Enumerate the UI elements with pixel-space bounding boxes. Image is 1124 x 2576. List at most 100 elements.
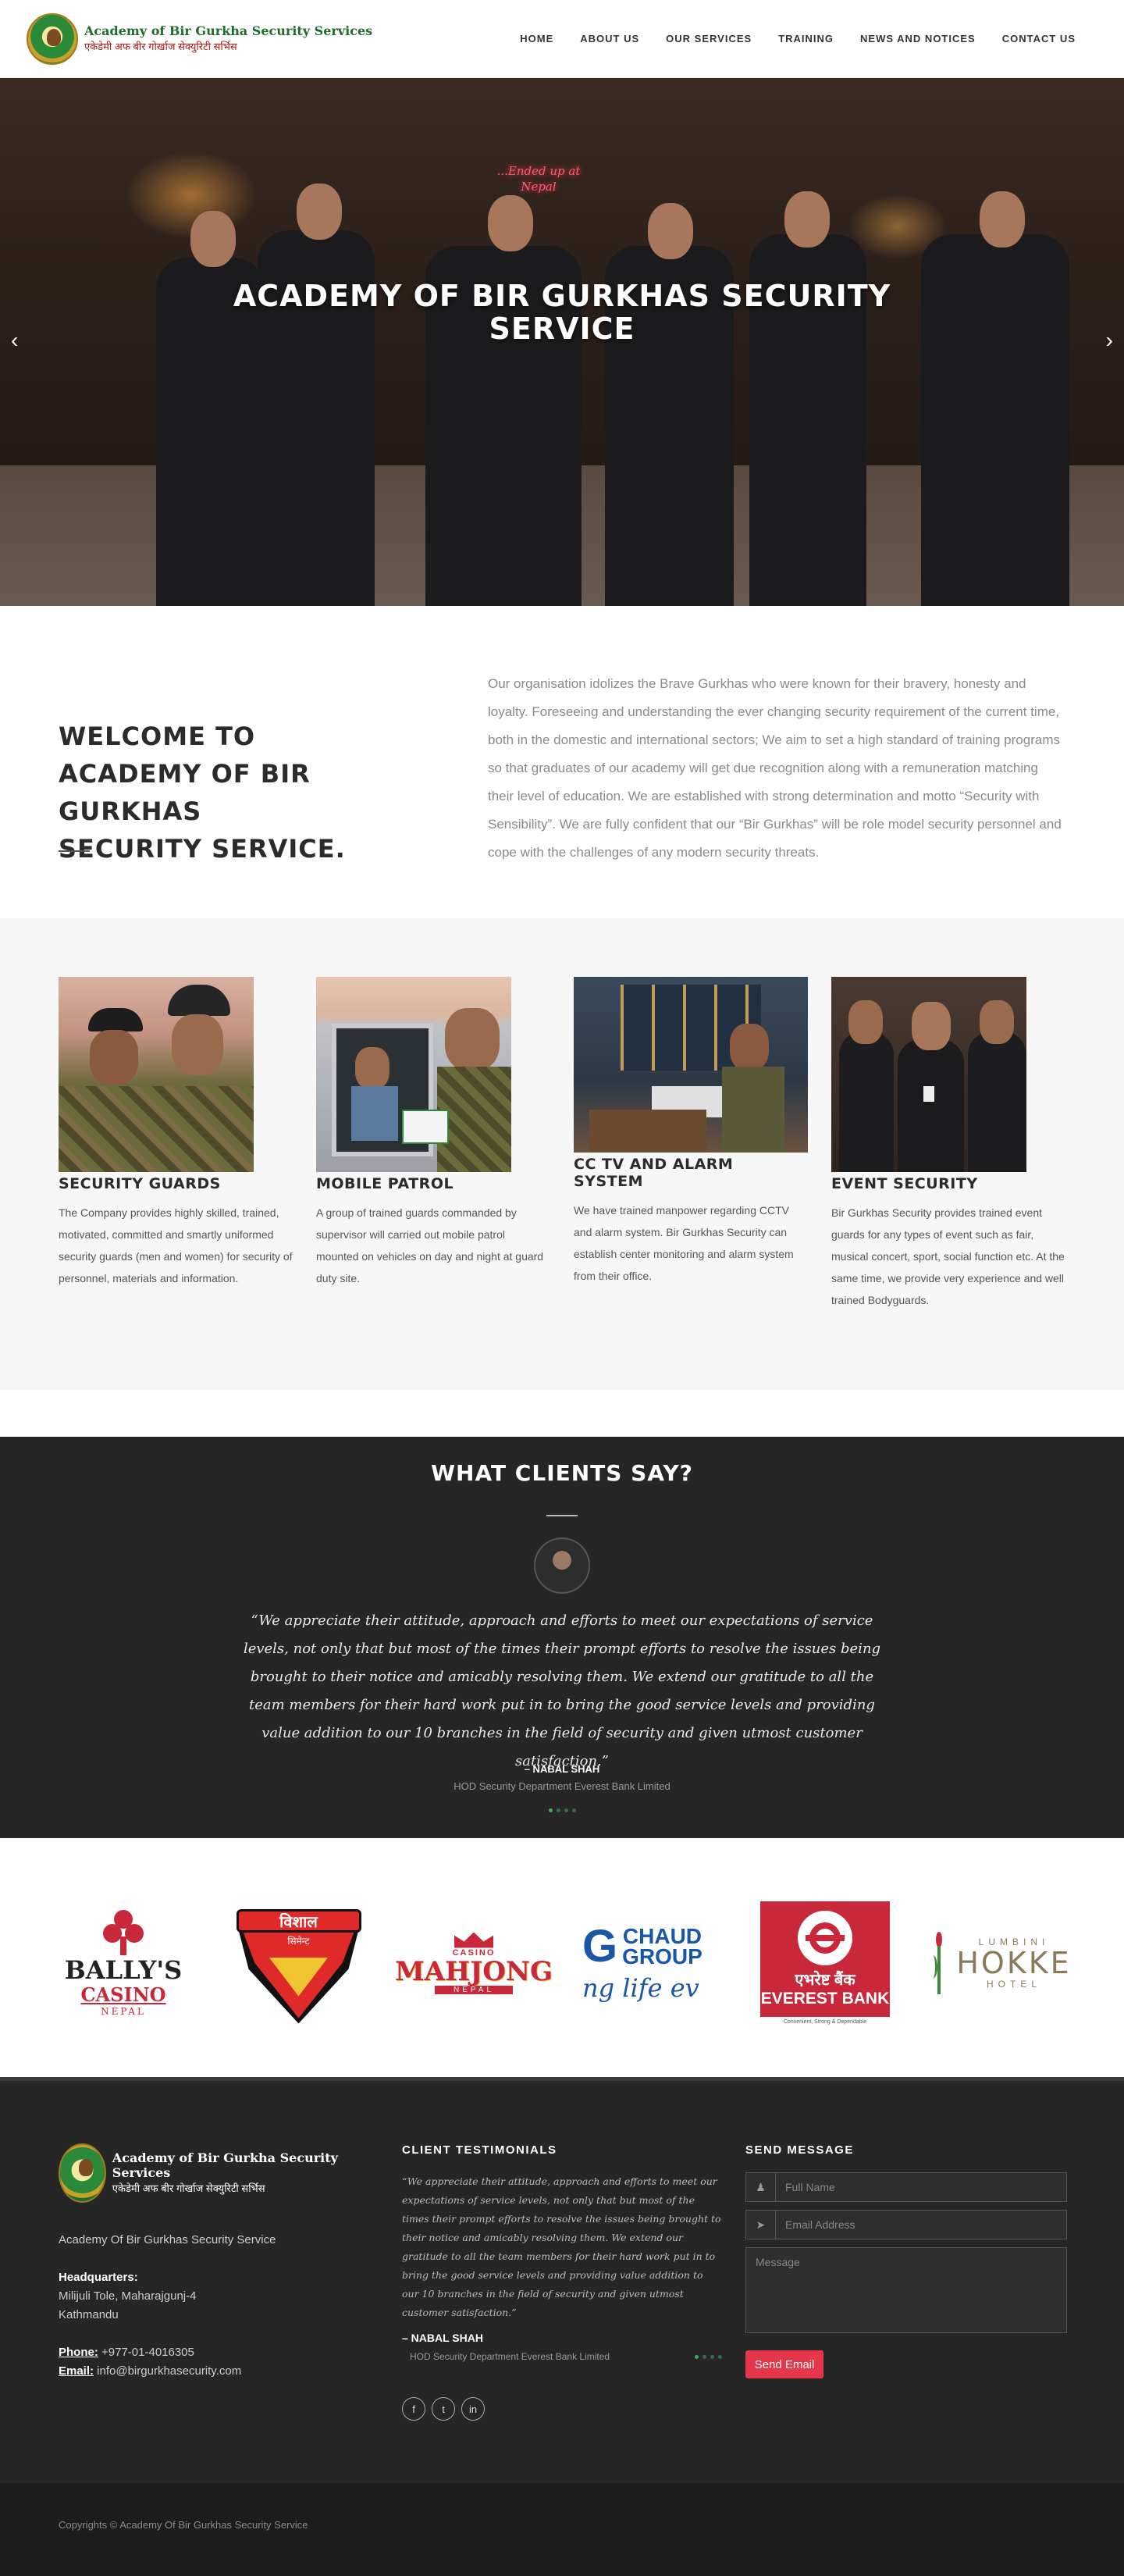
testimonial-role: HOD Security Department Everest Bank Lim… <box>454 1780 670 1792</box>
client-logo-everest-bank[interactable]: एभरेष्ट बैंक EVEREST BANK Convenient, St… <box>760 1901 890 2026</box>
welcome-divider <box>59 850 90 852</box>
email-field[interactable]: ➤ Email Address <box>745 2210 1067 2239</box>
chevron-right-icon[interactable]: › <box>1106 328 1113 353</box>
welcome-title-line3: SECURITY SERVICE. <box>59 834 346 864</box>
service-text: We have trained manpower regarding CCTV … <box>574 1204 794 1282</box>
nav-news-and-notices[interactable]: NEWS AND NOTICES <box>860 33 976 45</box>
linkedin-icon[interactable]: in <box>461 2397 485 2421</box>
send-email-button[interactable]: Send Email <box>745 2350 823 2378</box>
hq-line2: Kathmandu <box>59 2308 119 2321</box>
client-logo-lumbini-hokke[interactable]: LUMBINI HOKKE HOTEL <box>934 1901 1069 2026</box>
service-text: A group of trained guards commanded by s… <box>316 1206 544 1284</box>
testimonials-heading: WHAT CLIENTS SAY? <box>431 1460 693 1486</box>
shield-icon: विशाल सिमेन्ट <box>236 1903 361 2024</box>
service-card-security-guards[interactable]: SECURITY GUARDS The Company provides hig… <box>59 977 293 1289</box>
footer-logo-title-en: Academy of Bir Gurkha Security Services <box>112 2150 338 2180</box>
client-logo-ballys[interactable]: BALLY'S CASINO NEPAL <box>61 1901 186 2026</box>
full-name-field[interactable]: ♟ Full Name <box>745 2172 1067 2202</box>
mahjong-country: NEPAL <box>434 1985 514 1994</box>
mobile-patrol-image <box>316 977 511 1172</box>
testimonial-pagination <box>0 1808 1124 1812</box>
ballys-name: BALLY'S <box>64 1954 183 1985</box>
footer-about: Academy of Bir Gurkha Security Services … <box>59 2143 340 2381</box>
service-card-mobile-patrol[interactable]: MOBILE PATROL A group of trained guards … <box>316 977 550 1289</box>
footer-testimonials: CLIENT TESTIMONIALS “We appreciate their… <box>402 2143 730 2421</box>
service-text: The Company provides highly skilled, tra… <box>59 1206 293 1284</box>
footer-address: Headquarters: Milijuli Tole, Maharajgunj… <box>59 2268 340 2325</box>
pagination-dot[interactable] <box>702 2354 706 2359</box>
welcome-title-line2: ACADEMY OF BIR GURKHAS <box>59 759 311 826</box>
footer-phone[interactable]: +977-01-4016305 <box>98 2346 194 2359</box>
site-logo[interactable]: Academy of Bir Gurkha Security Services … <box>27 12 372 65</box>
everest-tagline: Convenient, Strong & Dependable <box>783 2019 867 2025</box>
service-title: SECURITY GUARDS <box>59 1175 221 1192</box>
nav-contact-us[interactable]: CONTACT US <box>1002 33 1076 45</box>
footer-testimonial-quote: “We appreciate their attitude, approach … <box>402 2175 721 2318</box>
testimonial-quote: “We appreciate their attitude, approach … <box>243 1612 881 1769</box>
crown-icon <box>454 1932 493 1948</box>
hero-title-line2: SERVICE <box>489 312 635 346</box>
footer-testimonial-role: HOD Security Department Everest Bank Lim… <box>410 2351 610 2362</box>
footer-email[interactable]: info@birgurkhasecurity.com <box>94 2364 241 2378</box>
client-logo-casino-mahjong[interactable]: CASINO MAHJONG NEPAL <box>395 1901 553 2026</box>
pagination-dot[interactable] <box>556 1808 560 1812</box>
everest-name: EVEREST BANK <box>760 1989 890 2008</box>
ballys-country: NEPAL <box>101 2005 146 2017</box>
hokke-sub: HOTEL <box>986 1979 1041 1990</box>
pagination-dot[interactable] <box>695 2354 699 2359</box>
service-text: Bir Gurkhas Security provides trained ev… <box>831 1206 1065 1306</box>
paper-plane-icon: ➤ <box>746 2211 776 2239</box>
chevron-left-icon[interactable]: ‹ <box>11 328 18 353</box>
facebook-icon[interactable]: f <box>402 2397 425 2421</box>
footer-logo[interactable]: Academy of Bir Gurkha Security Services … <box>59 2143 340 2203</box>
twitter-icon[interactable]: t <box>432 2397 455 2421</box>
pagination-dot[interactable] <box>564 1808 568 1812</box>
hq-label: Headquarters: <box>59 2271 138 2284</box>
event-security-image <box>831 977 1026 1172</box>
lotus-icon <box>928 1932 950 1994</box>
welcome-title-line1: WELCOME TO <box>59 721 256 751</box>
logo-emblem-icon <box>59 2143 106 2203</box>
service-card-event-security[interactable]: EVENT SECURITY Bir Gurkhas Security prov… <box>831 977 1065 1311</box>
welcome-section: WELCOME TO ACADEMY OF BIR GURKHAS SECURI… <box>0 606 1124 918</box>
chaud-group: GROUP <box>622 1944 702 1969</box>
client-logo-chaudhary-group[interactable]: G CHAUD GROUP ng life ev <box>582 1901 715 2026</box>
client-logo-bishal-cement[interactable]: विशाल सिमेन्ट <box>234 1901 363 2026</box>
site-header: Academy of Bir Gurkha Security Services … <box>0 0 1124 78</box>
nav-our-services[interactable]: OUR SERVICES <box>666 33 752 45</box>
site-footer: Academy of Bir Gurkha Security Services … <box>0 2077 1124 2483</box>
message-placeholder: Message <box>756 2256 800 2268</box>
security-guards-image <box>59 977 254 1172</box>
pagination-dot[interactable] <box>548 1808 553 1812</box>
everest-emblem-icon <box>798 1910 852 1965</box>
logo-emblem-icon <box>27 12 78 65</box>
testimonials-divider <box>546 1515 578 1516</box>
full-name-placeholder: Full Name <box>785 2181 835 2193</box>
club-icon <box>100 1909 147 1957</box>
pagination-dot[interactable] <box>710 2354 714 2359</box>
email-placeholder: Email Address <box>785 2218 855 2231</box>
welcome-body: Our organisation idolizes the Brave Gurk… <box>488 676 1062 860</box>
email-label: Email: <box>59 2364 94 2378</box>
avatar <box>534 1537 590 1594</box>
footer-contact-form: SEND MESSAGE ♟ Full Name ➤ Email Address… <box>745 2143 1073 2378</box>
nav-about-us[interactable]: ABOUT US <box>580 33 639 45</box>
testimonial-author: – NABAL SHAH <box>524 1763 600 1775</box>
footer-testimonial-author: – NABAL SHAH <box>402 2332 483 2344</box>
message-field[interactable]: Message <box>745 2247 1067 2333</box>
service-title: EVENT SECURITY <box>831 1175 978 1192</box>
social-links: f t in <box>402 2397 730 2421</box>
service-card-cctv-alarm[interactable]: CC TV AND ALARM SYSTEM We have trained m… <box>574 977 808 1287</box>
nav-training[interactable]: TRAINING <box>778 33 834 45</box>
services-section: SECURITY GUARDS The Company provides hig… <box>0 918 1124 1390</box>
everest-np: एभरेष्ट बैंक <box>795 1971 855 1989</box>
cctv-alarm-image <box>574 977 808 1153</box>
pagination-dot[interactable] <box>718 2354 722 2359</box>
testimonials-section: WHAT CLIENTS SAY? “We appreciate their a… <box>0 1437 1124 1838</box>
phone-label: Phone: <box>59 2346 98 2359</box>
clients-section: BALLY'S CASINO NEPAL विशाल सिमेन्ट CASIN… <box>0 1838 1124 2077</box>
footer-testimonials-heading: CLIENT TESTIMONIALS <box>402 2143 557 2157</box>
footer-org-name: Academy Of Bir Gurkhas Security Service <box>59 2233 276 2246</box>
nav-home[interactable]: HOME <box>520 33 553 45</box>
pagination-dot[interactable] <box>571 1808 576 1812</box>
